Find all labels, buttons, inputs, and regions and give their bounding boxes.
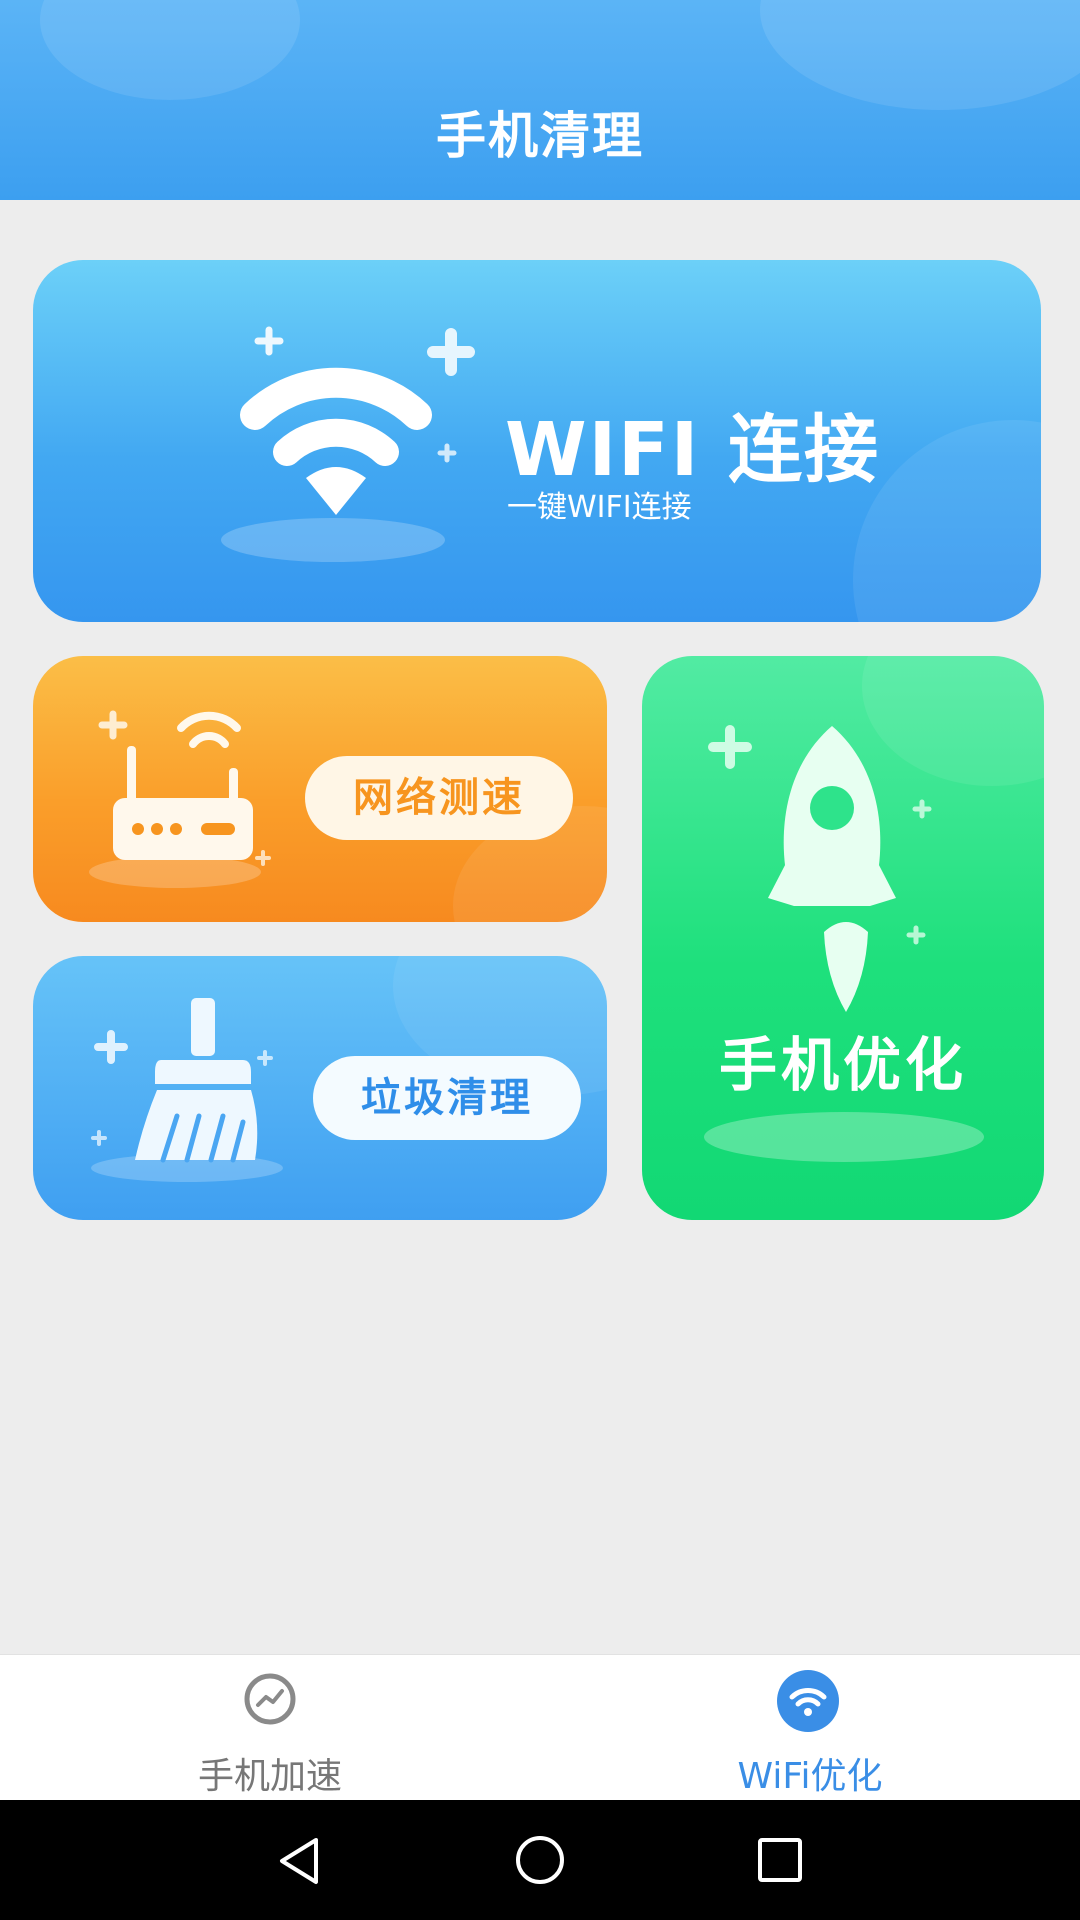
nav-item-wifi-optimize[interactable]: WiFi优化 bbox=[540, 1655, 1080, 1801]
junk-clean-button[interactable]: 垃圾清理 bbox=[313, 1056, 581, 1140]
wifi-icon bbox=[221, 326, 475, 562]
speed-test-card[interactable]: 网络测速 bbox=[33, 656, 607, 922]
wifi-connect-card[interactable]: WIFI 连接 一键WIFI连接 bbox=[33, 260, 1041, 622]
nav-label-phone-speedup: 手机加速 bbox=[197, 1756, 342, 1797]
bottom-nav: 手机加速 WiFi优化 bbox=[0, 1654, 1080, 1801]
phone-optimize-label: 手机优化 bbox=[718, 1031, 967, 1099]
wifi-card-title: WIFI 连接 bbox=[505, 407, 881, 493]
home-icon[interactable] bbox=[514, 1834, 566, 1886]
rocket-platform bbox=[704, 1112, 984, 1162]
card-decoration bbox=[853, 420, 1041, 622]
recents-icon[interactable] bbox=[756, 1836, 804, 1884]
back-icon[interactable] bbox=[276, 1836, 324, 1886]
phone-optimize-card[interactable]: 手机优化 bbox=[642, 656, 1044, 1220]
wifi-card-subtitle: 一键WIFI连接 bbox=[507, 490, 692, 525]
broom-icon bbox=[91, 998, 283, 1182]
nav-item-phone-speedup[interactable]: 手机加速 bbox=[0, 1655, 540, 1801]
page-title: 手机清理 bbox=[436, 107, 644, 165]
system-nav-bar bbox=[0, 1800, 1080, 1920]
header-decoration bbox=[760, 0, 1080, 110]
speed-test-button[interactable]: 网络测速 bbox=[305, 756, 573, 840]
speedometer-icon bbox=[244, 1673, 296, 1725]
rocket-flame-icon bbox=[824, 922, 868, 1012]
router-icon bbox=[89, 710, 271, 888]
wifi-circle-icon bbox=[777, 1670, 839, 1732]
nav-label-wifi-optimize: WiFi优化 bbox=[737, 1756, 883, 1797]
junk-clean-card[interactable]: 垃圾清理 bbox=[33, 956, 607, 1220]
app-header: 手机清理 bbox=[0, 0, 1080, 200]
header-decoration bbox=[40, 0, 300, 100]
